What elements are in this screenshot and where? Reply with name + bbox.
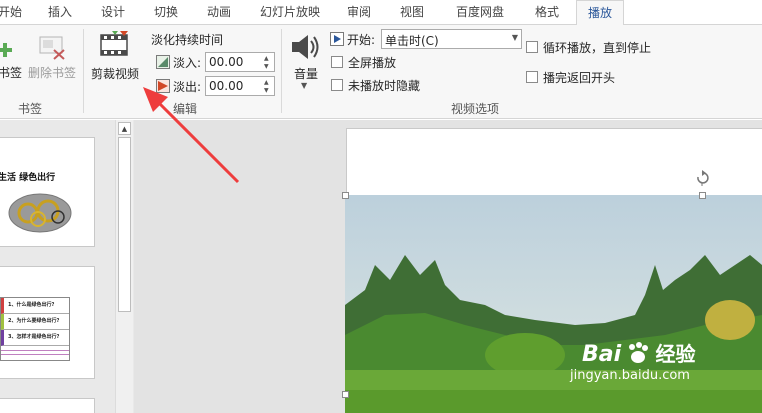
slide-title: 生活 绿色出行 bbox=[0, 173, 56, 183]
rotate-handle-icon[interactable] bbox=[695, 170, 709, 186]
loop-label: 循环播放，直到停止 bbox=[543, 41, 652, 55]
fade-in-icon bbox=[156, 55, 170, 69]
thumbnail-scrollbar[interactable]: ▲ bbox=[115, 120, 133, 413]
hide-not-playing-label: 未播放时隐藏 bbox=[348, 79, 421, 93]
baidu-brand: Bai bbox=[582, 342, 622, 367]
tab-review[interactable]: 审阅 bbox=[341, 0, 377, 25]
fade-out-label: 淡出: bbox=[173, 80, 202, 94]
slide-thumbnail-pane: 生活 绿色出行 1、什么是绿色出行? 2、为什么要绿色出行? 3、怎样才是绿色出… bbox=[0, 120, 134, 413]
spin-up-icon[interactable]: ▲ bbox=[264, 79, 272, 86]
start-select[interactable]: 单击时(C) ▼ bbox=[381, 29, 522, 49]
remove-bookmark-label: 删除书签 bbox=[28, 66, 77, 80]
tab-animations[interactable]: 动画 bbox=[201, 0, 237, 25]
rewind-checkbox[interactable] bbox=[526, 71, 538, 83]
fade-out-icon bbox=[156, 79, 170, 93]
table-row: 2、为什么要绿色出行? bbox=[1, 314, 69, 330]
tab-baidu-netdisk[interactable]: 百度网盘 bbox=[449, 0, 511, 25]
baidu-brand-suffix: 经验 bbox=[655, 342, 696, 366]
group-separator bbox=[281, 29, 282, 113]
fade-in-value: 00.00 bbox=[209, 55, 244, 69]
spin-down-icon[interactable]: ▼ bbox=[264, 63, 272, 70]
slide-thumbnail[interactable] bbox=[0, 398, 95, 413]
start-label: 开始: bbox=[347, 33, 376, 47]
tab-view[interactable]: 视图 bbox=[394, 0, 430, 25]
add-bookmark-button[interactable]: 书签 bbox=[0, 31, 26, 81]
fullscreen-label: 全屏播放 bbox=[348, 56, 397, 70]
rewind-label: 播完返回开头 bbox=[543, 71, 616, 85]
fade-out-value: 00.00 bbox=[209, 79, 244, 93]
resize-handle[interactable] bbox=[699, 192, 706, 199]
paw-icon-svg bbox=[629, 342, 649, 363]
resize-handle[interactable] bbox=[342, 192, 349, 199]
slide-table: 1、什么是绿色出行? 2、为什么要绿色出行? 3、怎样才是绿色出行? bbox=[0, 297, 70, 361]
divider bbox=[1, 354, 69, 355]
fade-duration-title: 淡化持续时间 bbox=[151, 33, 224, 47]
fullscreen-checkbox[interactable] bbox=[331, 56, 343, 68]
spin-up-icon[interactable]: ▲ bbox=[264, 55, 272, 62]
chevron-down-icon[interactable]: ▼ bbox=[512, 33, 518, 42]
ribbon: 书签 删除书签 书签 剪裁视频 淡化持续时间 淡入: 00.00 ▲ ▼ 淡出:… bbox=[0, 25, 762, 119]
slide-thumbnail[interactable]: 生活 绿色出行 bbox=[0, 137, 95, 247]
add-bookmark-icon bbox=[0, 43, 12, 57]
trim-video-button[interactable]: 剪裁视频 bbox=[88, 29, 144, 83]
tab-insert[interactable]: 插入 bbox=[42, 0, 78, 25]
landscape-video-image bbox=[345, 195, 762, 413]
bookmarks-group-label: 书签 bbox=[17, 102, 42, 116]
fade-in-label: 淡入: bbox=[173, 56, 202, 70]
scroll-up-icon[interactable]: ▲ bbox=[118, 122, 131, 135]
video-options-group-label: 视频选项 bbox=[450, 102, 499, 116]
slide-thumbnail[interactable]: 1、什么是绿色出行? 2、为什么要绿色出行? 3、怎样才是绿色出行? bbox=[0, 266, 95, 379]
tab-home[interactable]: 开始 bbox=[0, 0, 24, 25]
group-separator bbox=[83, 29, 84, 113]
resize-handle[interactable] bbox=[342, 391, 349, 398]
add-bookmark-label: 书签 bbox=[0, 66, 23, 80]
editing-group-label: 编辑 bbox=[172, 102, 197, 116]
fade-out-spinner[interactable]: 00.00 ▲ ▼ bbox=[205, 76, 275, 96]
ribbon-tab-bar: 开始 插入 设计 切换 动画 幻灯片放映 审阅 视图 百度网盘 格式 播放 bbox=[0, 0, 762, 26]
table-cell: 3、怎样才是绿色出行? bbox=[8, 334, 60, 340]
trim-video-label: 剪裁视频 bbox=[91, 67, 140, 81]
tab-playback[interactable]: 播放 bbox=[576, 0, 624, 26]
table-cell: 1、什么是绿色出行? bbox=[8, 302, 55, 308]
tab-transitions[interactable]: 切换 bbox=[148, 0, 184, 25]
volume-button[interactable]: 音量 ▼ bbox=[287, 31, 325, 93]
tab-slideshow[interactable]: 幻灯片放映 bbox=[253, 0, 327, 25]
tab-design[interactable]: 设计 bbox=[95, 0, 131, 25]
remove-bookmark-button[interactable]: 删除书签 bbox=[28, 31, 80, 81]
table-cell: 2、为什么要绿色出行? bbox=[8, 318, 60, 324]
volume-label: 音量 bbox=[294, 67, 319, 81]
baidu-watermark: Bai 经验 jingyan.baidu.com bbox=[570, 338, 696, 383]
tab-format[interactable]: 格式 bbox=[526, 0, 568, 25]
scrollbar-thumb[interactable] bbox=[118, 137, 131, 312]
bicycle-image bbox=[8, 193, 72, 233]
loop-checkbox[interactable] bbox=[526, 41, 538, 53]
trim-video-icon bbox=[100, 31, 128, 56]
start-icon bbox=[330, 32, 344, 46]
spin-down-icon[interactable]: ▼ bbox=[264, 87, 272, 94]
table-row: 3、怎样才是绿色出行? bbox=[1, 330, 69, 346]
video-frame[interactable] bbox=[345, 195, 762, 413]
watermark-url: jingyan.baidu.com bbox=[570, 368, 690, 383]
divider bbox=[1, 350, 69, 351]
chevron-down-icon: ▼ bbox=[301, 81, 308, 90]
remove-bookmark-icon bbox=[39, 36, 65, 60]
start-select-value: 单击时(C) bbox=[385, 34, 439, 48]
hide-not-playing-checkbox[interactable] bbox=[331, 79, 343, 91]
table-row: 1、什么是绿色出行? bbox=[1, 298, 69, 314]
volume-icon bbox=[292, 35, 319, 59]
fade-in-spinner[interactable]: 00.00 ▲ ▼ bbox=[205, 52, 275, 72]
paw-icon bbox=[625, 341, 651, 365]
